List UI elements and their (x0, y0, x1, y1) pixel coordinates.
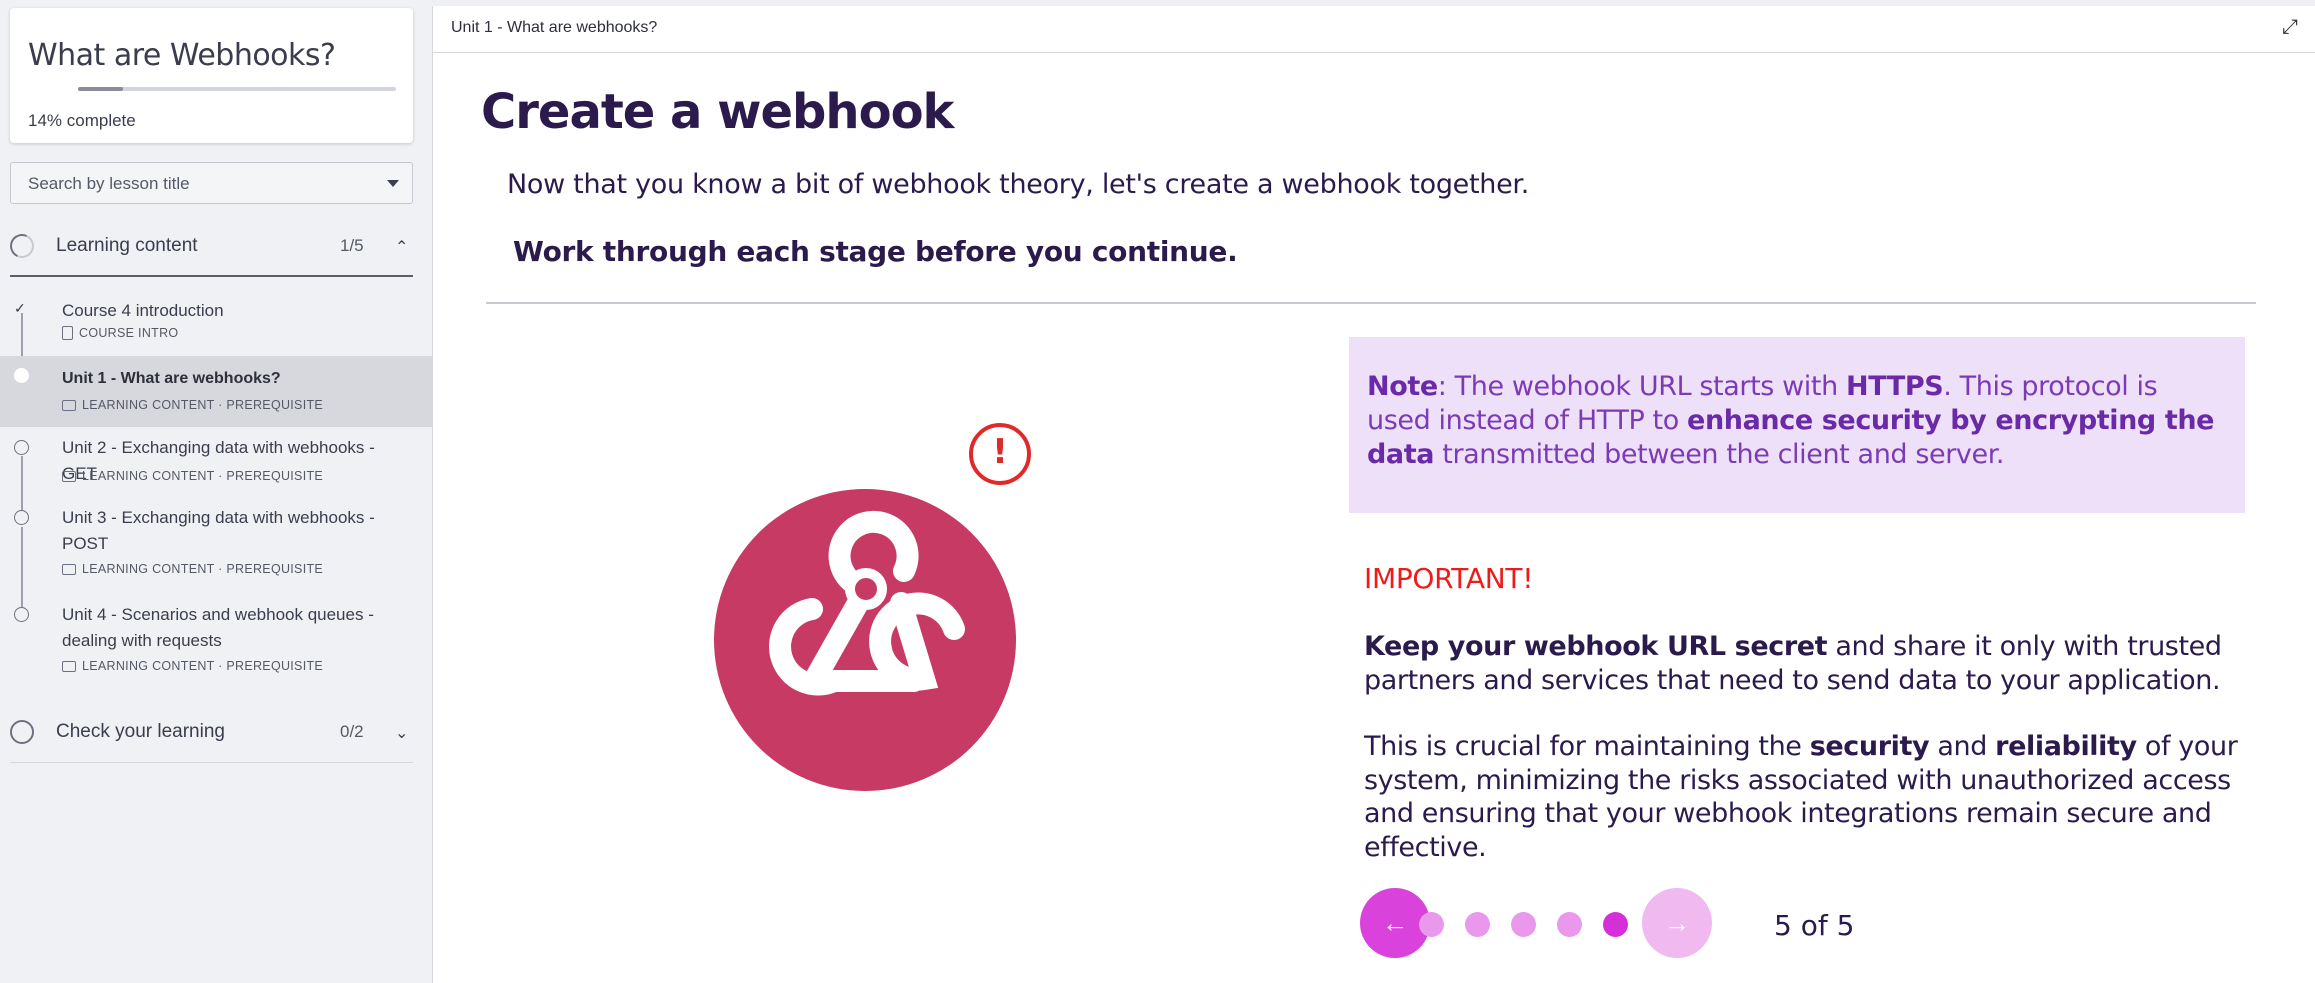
para-bold: security (1809, 731, 1930, 762)
lesson-meta-text: LEARNING CONTENT · PREREQUISITE (82, 659, 324, 673)
checkmark-icon: ✓ (14, 300, 26, 316)
lesson-item[interactable]: Unit 4 - Scenarios and webhook queues - … (0, 595, 432, 691)
note-text-part: : The webhook URL starts with (1437, 371, 1846, 402)
lesson-meta: LEARNING CONTENT · PREREQUISITE (62, 398, 323, 412)
slides-icon (62, 470, 76, 482)
lesson-status-icon (14, 607, 29, 622)
chevron-up-icon: ⌃ (395, 239, 409, 256)
lesson-item[interactable]: Unit 2 - Exchanging data with webhooks -… (0, 428, 432, 496)
lesson-meta-text: LEARNING CONTENT · PREREQUISITE (82, 398, 324, 412)
lesson-meta: LEARNING CONTENT · PREREQUISITE (62, 469, 323, 483)
pager-dot[interactable] (1511, 912, 1536, 937)
course-progress-card: What are Webhooks? 14% complete (10, 8, 413, 143)
webhook-logo-icon (714, 489, 1016, 791)
progress-bar (78, 87, 396, 91)
alert-icon: ! (969, 423, 1031, 485)
slides-icon (62, 399, 76, 411)
pager-dot[interactable] (1419, 912, 1444, 937)
lesson-meta: COURSE INTRO (62, 326, 178, 340)
section-count: 0/2 (340, 722, 364, 741)
lesson-title: Unit 3 - Exchanging data with webhooks -… (62, 508, 375, 553)
sidebar: What are Webhooks? 14% complete Search b… (0, 0, 432, 983)
lesson-status-icon (14, 510, 29, 525)
secret-paragraph: Keep your webhook URL secret and share i… (1364, 630, 2244, 697)
caret-down-icon (387, 180, 399, 187)
current-lesson-dot-icon (14, 368, 29, 383)
pager-dot[interactable] (1557, 912, 1582, 937)
arrow-left-icon: ← (1382, 907, 1408, 938)
important-heading: IMPORTANT! (1364, 562, 1534, 595)
section-count: 1/5 (340, 236, 364, 255)
instruction-text: Work through each stage before you conti… (513, 235, 1238, 268)
progress-text: 14% complete (28, 111, 136, 131)
note-text-part: transmitted between the client and serve… (1434, 439, 2005, 470)
lesson-item[interactable]: Unit 3 - Exchanging data with webhooks -… (0, 498, 432, 594)
intro-text: Now that you know a bit of webhook theor… (507, 169, 1529, 200)
chevron-down-icon: ⌄ (395, 725, 409, 742)
lesson-item-current[interactable]: Unit 1 - What are webhooks? LEARNING CON… (0, 356, 432, 427)
lesson-title: Unit 4 - Scenarios and webhook queues - … (62, 605, 374, 650)
lesson-title: Unit 1 - What are webhooks? (62, 370, 281, 387)
next-button[interactable]: → (1642, 888, 1712, 958)
para-bold: reliability (1995, 731, 2137, 762)
slides-icon (62, 660, 76, 672)
progress-ring-icon (10, 720, 34, 744)
lesson-title: Course 4 introduction (62, 301, 224, 320)
progress-suffix: complete (62, 111, 136, 130)
para-text: and (1929, 731, 1996, 762)
slides-icon (62, 563, 76, 575)
breadcrumb: Unit 1 - What are webhooks? (451, 19, 658, 36)
arrow-right-icon: → (1664, 907, 1690, 938)
document-icon (62, 326, 73, 340)
lesson-meta-text: LEARNING CONTENT · PREREQUISITE (82, 562, 324, 576)
lesson-status-icon (14, 440, 29, 455)
para-text: This is crucial for maintaining the (1364, 731, 1810, 762)
note-label: Note (1367, 371, 1438, 402)
content-divider (486, 302, 2256, 304)
security-paragraph: This is crucial for maintaining the secu… (1364, 730, 2244, 864)
para-bold: Keep your webhook URL secret (1364, 631, 1828, 662)
lesson-meta-text: COURSE INTRO (79, 326, 179, 340)
note-box: Note: The webhook URL starts with HTTPS.… (1349, 337, 2245, 513)
lesson-meta: LEARNING CONTENT · PREREQUISITE (62, 562, 323, 576)
pager-dot-current[interactable] (1603, 912, 1628, 937)
section-title: Learning content (56, 235, 198, 256)
lesson-meta-text: LEARNING CONTENT · PREREQUISITE (82, 469, 324, 483)
expand-icon[interactable]: ⤢ (2282, 16, 2298, 39)
section-check-your-learning[interactable]: Check your learning 0/2 ⌄ (10, 709, 413, 757)
progress-ring-icon (6, 230, 38, 262)
page-count: 5 of 5 (1774, 909, 1855, 942)
lesson-item[interactable]: ✓ Course 4 introduction COURSE INTRO (0, 290, 432, 352)
lesson-content-panel: Unit 1 - What are webhooks? ⤢ Create a w… (432, 6, 2315, 983)
page-title: Create a webhook (481, 84, 954, 140)
lesson-search-select[interactable]: Search by lesson title (10, 162, 413, 204)
content-topbar: Unit 1 - What are webhooks? ⤢ (433, 6, 2315, 53)
note-text: Note: The webhook URL starts with HTTPS.… (1367, 370, 2227, 472)
progress-percent: 14% (28, 111, 63, 130)
pager-dot[interactable] (1465, 912, 1490, 937)
section-learning-content[interactable]: Learning content 1/5 ⌃ (6, 223, 413, 271)
lesson-search-placeholder: Search by lesson title (28, 174, 190, 193)
section-divider (10, 762, 413, 763)
note-bold: HTTPS (1846, 371, 1944, 402)
course-title: What are Webhooks? (28, 38, 336, 73)
section-divider (10, 275, 413, 277)
lesson-meta: LEARNING CONTENT · PREREQUISITE (62, 659, 323, 673)
progress-bar-fill (78, 87, 123, 91)
section-title: Check your learning (56, 721, 225, 742)
